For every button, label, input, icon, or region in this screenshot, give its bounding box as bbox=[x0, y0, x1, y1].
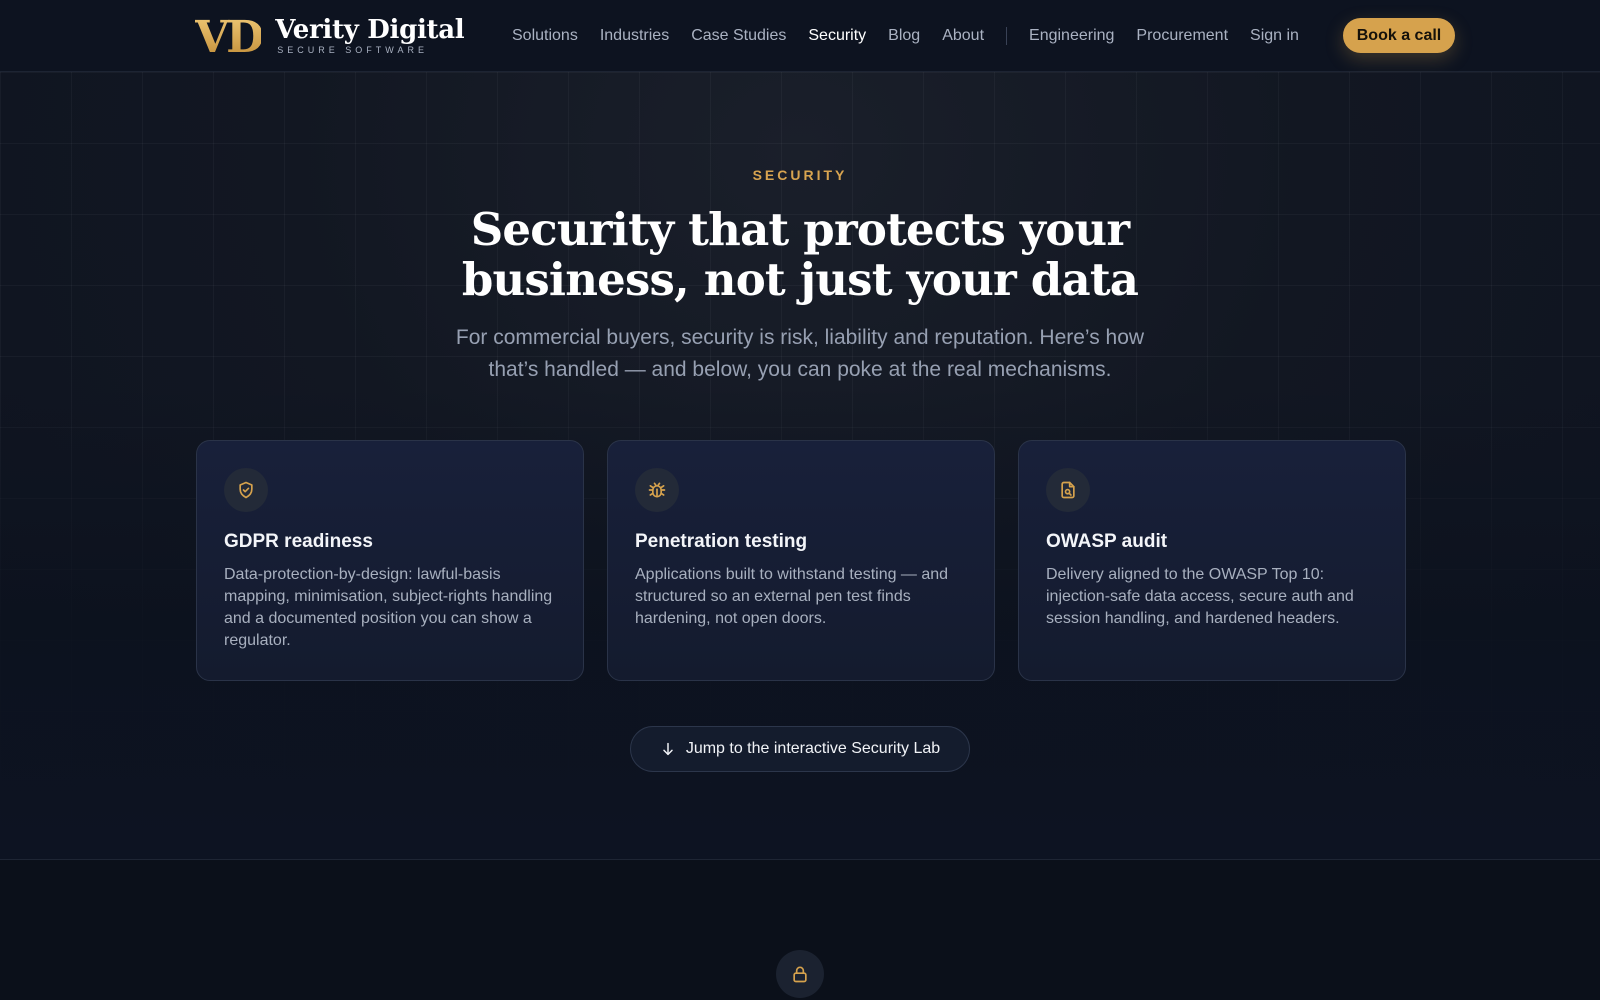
card-description: Delivery aligned to the OWASP Top 10: in… bbox=[1046, 566, 1354, 627]
file-search-icon bbox=[1046, 468, 1090, 512]
logo-mark: VD bbox=[195, 12, 264, 63]
top-navigation: VD Verity Digital SECURE SOFTWARE Soluti… bbox=[0, 0, 1600, 72]
nav-link-security[interactable]: Security bbox=[808, 27, 866, 45]
nav-link-procurement[interactable]: Procurement bbox=[1136, 27, 1228, 45]
feature-cards: GDPR readiness Data-protection-by-design… bbox=[196, 440, 1406, 681]
nav-divider bbox=[1006, 27, 1008, 45]
card-gdpr: GDPR readiness Data-protection-by-design… bbox=[196, 440, 584, 681]
sign-in-link[interactable]: Sign in bbox=[1250, 27, 1299, 45]
nav-link-engineering[interactable]: Engineering bbox=[1029, 27, 1114, 45]
page-title: Security that protects your business, no… bbox=[461, 203, 1139, 306]
card-title: OWASP audit bbox=[1046, 531, 1168, 552]
logo[interactable]: VD Verity Digital SECURE SOFTWARE bbox=[195, 12, 465, 63]
card-pen-testing: Penetration testing Applications built t… bbox=[607, 440, 995, 681]
card-owasp: OWASP audit Delivery aligned to the OWAS… bbox=[1018, 440, 1406, 681]
book-a-call-button[interactable]: Book a call bbox=[1343, 18, 1455, 53]
nav-link-industries[interactable]: Industries bbox=[600, 27, 669, 45]
jump-to-security-lab-button[interactable]: Jump to the interactive Security Lab bbox=[630, 726, 970, 772]
arrow-down-icon bbox=[663, 742, 673, 756]
brand-tagline: SECURE SOFTWARE bbox=[277, 45, 428, 55]
nav-link-solutions[interactable]: Solutions bbox=[512, 27, 578, 45]
logo-text: Verity Digital SECURE SOFTWARE bbox=[275, 16, 464, 55]
bug-icon bbox=[635, 468, 679, 512]
page-subtitle: For commercial buyers, security is risk,… bbox=[455, 326, 1145, 381]
card-title: Penetration testing bbox=[635, 531, 808, 552]
nav-links: Solutions Industries Case Studies Securi… bbox=[512, 0, 1321, 72]
brand-name: Verity Digital bbox=[275, 15, 465, 45]
security-hero: SECURITY Security that protects your bus… bbox=[0, 72, 1600, 860]
section-eyebrow: SECURITY bbox=[752, 167, 848, 183]
shield-check-icon bbox=[224, 468, 268, 512]
card-description: Data-protection-by-design: lawful-basis … bbox=[224, 566, 553, 649]
jump-button-label: Jump to the interactive Security Lab bbox=[685, 740, 941, 757]
lock-icon bbox=[776, 950, 824, 998]
nav-link-case-studies[interactable]: Case Studies bbox=[691, 27, 786, 45]
card-description: Applications built to withstand testing … bbox=[635, 566, 949, 627]
card-title: GDPR readiness bbox=[224, 531, 373, 552]
nav-link-about[interactable]: About bbox=[942, 27, 984, 45]
nav-link-blog[interactable]: Blog bbox=[888, 27, 920, 45]
